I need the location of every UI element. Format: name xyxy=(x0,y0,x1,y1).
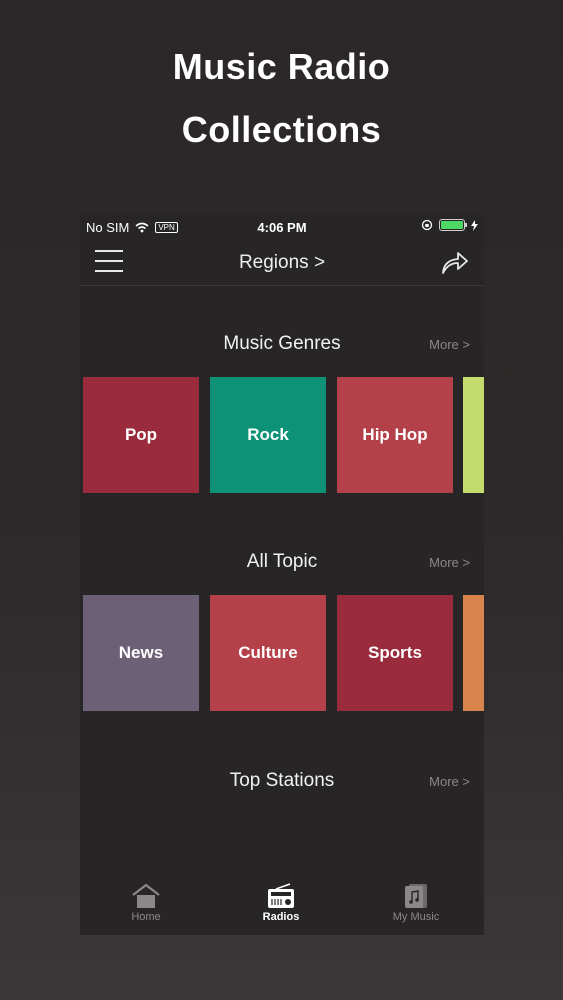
section-header-top-stations: Top Stations More > xyxy=(80,770,484,794)
more-link[interactable]: More > xyxy=(429,555,470,570)
tab-home[interactable]: Home xyxy=(96,883,196,923)
tab-label: Home xyxy=(131,911,161,923)
home-icon xyxy=(132,883,160,908)
tile-label: Culture xyxy=(238,643,298,662)
music-file-icon xyxy=(405,884,427,908)
status-bar: No SIM VPN 4:06 PM xyxy=(80,214,484,240)
regions-link[interactable]: Regions > xyxy=(80,252,484,274)
battery-fill xyxy=(441,221,463,229)
radio-icon xyxy=(268,883,294,908)
more-link[interactable]: More > xyxy=(429,337,470,352)
tile-label: Hip Hop xyxy=(362,425,428,444)
bottom-tab-bar: Home Radios My Music xyxy=(80,879,484,935)
tab-label: Radios xyxy=(262,911,300,923)
section-title: Music Genres xyxy=(223,333,341,354)
topic-tile-news[interactable]: News xyxy=(83,595,199,711)
tile-label: Pop xyxy=(124,425,158,444)
section-title: All Topic xyxy=(246,551,318,572)
genre-tile-partial[interactable] xyxy=(463,377,484,493)
topic-tile-partial[interactable] xyxy=(463,595,484,711)
topic-tile-sports[interactable]: Sports xyxy=(337,595,453,711)
section-header-music-genres: Music Genres More > xyxy=(80,333,484,357)
tab-radios[interactable]: Radios xyxy=(231,883,331,923)
status-right xyxy=(421,219,478,231)
genre-tile-row: Pop Rock Hip Hop xyxy=(80,377,484,493)
phone-screen: No SIM VPN 4:06 PM Regions > Music Genre… xyxy=(80,214,484,935)
topic-tile-row: News Culture Sports xyxy=(80,595,484,711)
tab-label: My Music xyxy=(392,911,440,923)
topic-tile-culture[interactable]: Culture xyxy=(210,595,326,711)
charging-bolt-icon xyxy=(471,219,478,231)
tile-label: Rock xyxy=(247,425,289,444)
share-icon[interactable] xyxy=(440,248,470,276)
section-header-all-topic: All Topic More > xyxy=(80,551,484,575)
genre-tile-rock[interactable]: Rock xyxy=(210,377,326,493)
orientation-lock-icon xyxy=(421,219,433,231)
promo-title-line1: Music Radio xyxy=(172,46,391,87)
genre-tile-hip-hop[interactable]: Hip Hop xyxy=(337,377,453,493)
battery-icon xyxy=(439,219,467,231)
top-navbar: Regions > xyxy=(80,240,484,286)
tab-my-music[interactable]: My Music xyxy=(366,883,466,923)
tile-label: Sports xyxy=(368,643,422,662)
genre-tile-pop[interactable]: Pop xyxy=(83,377,199,493)
promo-title-line2: Collections xyxy=(181,109,382,150)
tile-label: News xyxy=(118,643,164,662)
section-title: Top Stations xyxy=(229,770,335,791)
more-link[interactable]: More > xyxy=(429,774,470,789)
